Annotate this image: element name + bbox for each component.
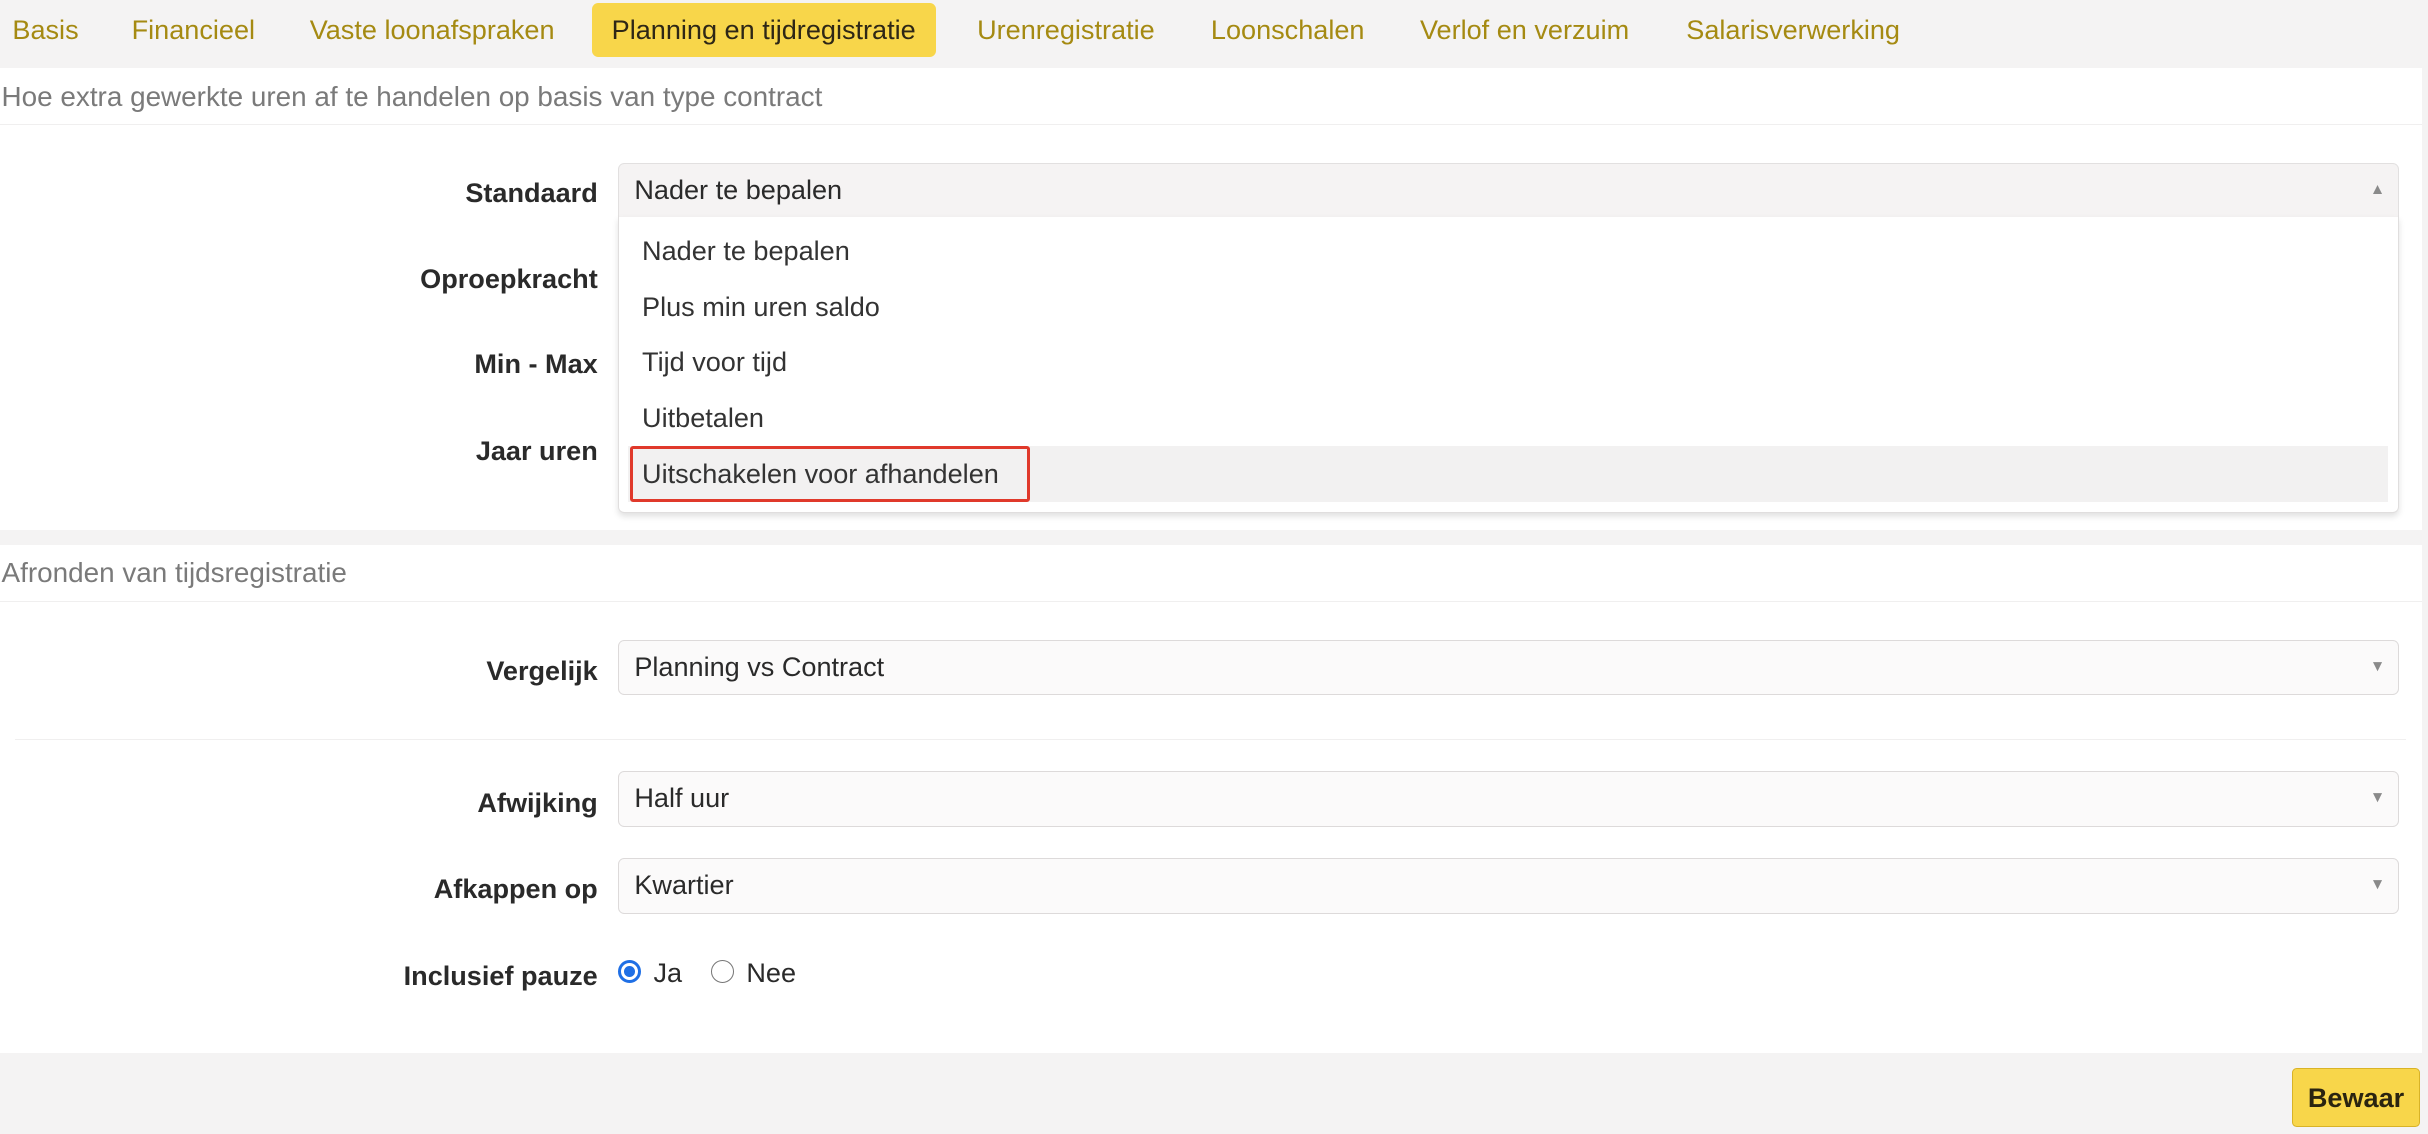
tab-planning-en-tijdregistratie[interactable]: Planning en tijdregistratie — [591, 3, 936, 58]
label-jaar-uren: Jaar uren — [475, 435, 598, 467]
standaard-select[interactable]: Nader te bepalen ▲ — [617, 162, 2399, 219]
divider — [0, 123, 2422, 126]
divider — [15, 738, 2407, 741]
divider — [0, 600, 2422, 603]
tab-bar: Basis Financieel Vaste loonafspraken Pla… — [0, 0, 2428, 69]
label-vergelijk: Vergelijk — [486, 655, 598, 686]
label-min-max: Min - Max — [474, 348, 598, 380]
label-afwijking: Afwijking — [477, 786, 598, 818]
radio-ja-label[interactable]: Ja — [653, 957, 682, 989]
afwijking-select[interactable]: Half uur ▼ — [617, 771, 2399, 827]
label-inclusief-pauze: Inclusief pauze — [403, 960, 598, 992]
label-afkappen-op: Afkappen op — [433, 873, 598, 905]
dropdown-option[interactable]: Uitbetalen — [628, 390, 2388, 446]
tab-vaste-loonafspraken[interactable]: Vaste loonafspraken — [290, 3, 575, 57]
section-title-rounding: Afronden van tijdsregistratie — [1, 557, 347, 589]
chevron-down-icon: ▼ — [2369, 875, 2386, 893]
tab-verlof-en-verzuim[interactable]: Verlof en verzuim — [1400, 3, 1649, 57]
afkappen-select-value: Kwartier — [634, 868, 734, 900]
afwijking-select-value: Half uur — [634, 782, 730, 814]
chevron-down-icon: ▼ — [2369, 789, 2386, 807]
dropdown-option[interactable]: Plus min uren saldo — [628, 279, 2388, 335]
radio-nee-label[interactable]: Nee — [746, 957, 796, 989]
tab-basis[interactable]: Basis — [0, 3, 99, 57]
standaard-select-value: Nader te bepalen — [634, 173, 843, 205]
label-oproepkracht: Oproepkracht — [420, 263, 598, 295]
vergelijk-select-value: Planning vs Contract — [634, 650, 885, 682]
section-title-extra-hours: Hoe extra gewerkte uren af te handelen o… — [1, 80, 823, 112]
vergelijk-select[interactable]: Planning vs Contract ▼ — [617, 639, 2399, 696]
tab-financieel[interactable]: Financieel — [111, 3, 275, 57]
chevron-up-icon: ▲ — [2369, 180, 2386, 198]
chevron-down-icon: ▼ — [2369, 657, 2386, 675]
standaard-dropdown-menu: Nader te bepalen Plus min uren saldo Tij… — [617, 216, 2399, 513]
label-standaard: Standaard — [465, 176, 598, 208]
dropdown-option[interactable]: Nader te bepalen — [628, 223, 2388, 279]
tab-salarisverwerking[interactable]: Salarisverwerking — [1666, 3, 1920, 57]
tab-urenregistratie[interactable]: Urenregistratie — [957, 3, 1175, 57]
dropdown-option[interactable]: Tijd voor tijd — [628, 334, 2388, 390]
afkappen-select[interactable]: Kwartier ▼ — [617, 857, 2399, 914]
save-button[interactable]: Bewaar — [2291, 1068, 2421, 1128]
dropdown-option-uitschakelen[interactable]: Uitschakelen voor afhandelen — [628, 445, 2389, 502]
tab-loonschalen[interactable]: Loonschalen — [1191, 3, 1385, 57]
